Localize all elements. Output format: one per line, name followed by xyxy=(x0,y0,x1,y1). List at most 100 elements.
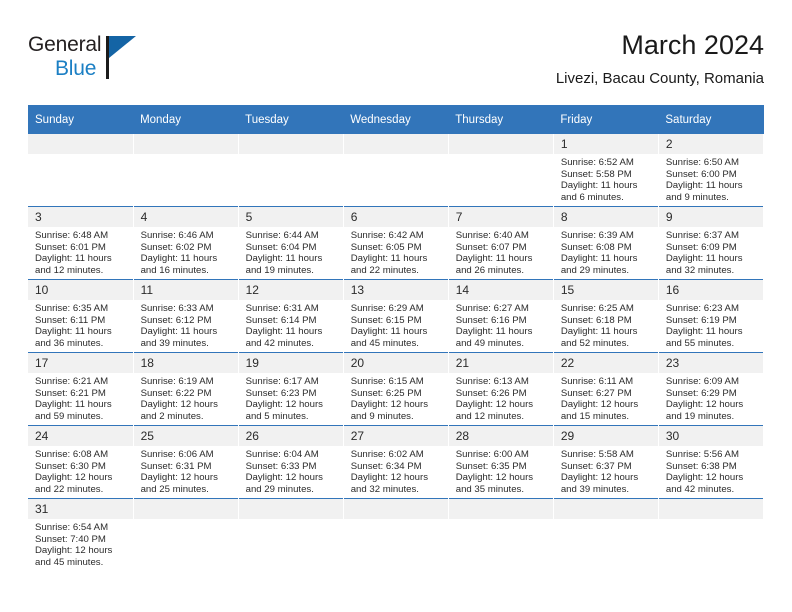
day-sunrise-text: Sunrise: 6:39 AM xyxy=(560,230,634,241)
calendar-day-cell[interactable]: 19 Sunrise: 6:17 AM Sunset: 6:23 PM Dayligh… xyxy=(238,352,344,426)
calendar-day-cell[interactable]: 30 Sunrise: 5:56 AM Sunset: 6:38 PM Dayligh… xyxy=(658,425,765,499)
day-daylight1-text: Daylight: 12 hours xyxy=(350,472,429,484)
day-number: 18 xyxy=(133,353,238,373)
calendar-day-cell[interactable]: 18 Sunrise: 6:19 AM Sunset: 6:22 PM Dayligh… xyxy=(133,352,239,426)
day-sunset-text: Sunset: 6:22 PM xyxy=(140,387,212,399)
day-number: 9 xyxy=(658,207,763,227)
day-sunset-text: Sunset: 6:05 PM xyxy=(350,241,422,253)
day-number: 24 xyxy=(28,426,133,446)
day-sunrise-text: Sunrise: 6:29 AM xyxy=(350,303,424,314)
day-details: Sunrise: 6:48 AM Sunset: 6:01 PM Daylight:… xyxy=(28,227,133,276)
day-details: Sunrise: 6:21 AM Sunset: 6:21 PM Daylight:… xyxy=(28,373,133,422)
calendar-day-cell[interactable]: 8 Sunrise: 6:39 AM Sunset: 6:08 PM Daylight… xyxy=(553,206,659,280)
calendar-day-cell[interactable]: 21 Sunrise: 6:13 AM Sunset: 6:26 PM Dayligh… xyxy=(448,352,554,426)
day-sunset-text: Sunset: 6:23 PM xyxy=(245,387,317,399)
calendar-day-cell[interactable]: 3 Sunrise: 6:48 AM Sunset: 6:01 PM Daylight… xyxy=(28,206,134,280)
calendar-day-cell[interactable]: 5 Sunrise: 6:44 AM Sunset: 6:04 PM Daylight… xyxy=(238,206,344,280)
day-daylight2-text: and 59 minutes. xyxy=(35,410,104,422)
calendar-day-cell[interactable]: 7 Sunrise: 6:40 AM Sunset: 6:07 PM Daylight… xyxy=(448,206,554,280)
calendar-week-row: 1 Sunrise: 6:52 AM Sunset: 5:58 PM Daylight… xyxy=(28,134,765,207)
calendar-day-cell[interactable]: 14 Sunrise: 6:27 AM Sunset: 6:16 PM Dayligh… xyxy=(448,279,554,353)
day-daylight1-text: Daylight: 11 hours xyxy=(455,253,533,265)
day-details: Sunrise: 6:37 AM Sunset: 6:09 PM Daylight:… xyxy=(659,227,763,276)
day-number: 30 xyxy=(658,426,763,446)
calendar-day-cell-empty xyxy=(448,134,554,207)
calendar-day-cell[interactable]: 10 Sunrise: 6:35 AM Sunset: 6:11 PM Dayligh… xyxy=(28,279,134,353)
calendar-day-cell[interactable]: 15 Sunrise: 6:25 AM Sunset: 6:18 PM Dayligh… xyxy=(553,279,659,353)
calendar-day-cell[interactable]: 31 Sunrise: 6:54 AM Sunset: 7:40 PM Dayligh… xyxy=(28,498,134,571)
day-details: Sunrise: 6:19 AM Sunset: 6:22 PM Daylight:… xyxy=(134,373,238,422)
day-details: Sunrise: 5:56 AM Sunset: 6:38 PM Daylight:… xyxy=(659,446,763,495)
calendar-day-cell-empty xyxy=(238,498,344,571)
calendar-day-cell[interactable]: 29 Sunrise: 5:58 AM Sunset: 6:37 PM Dayligh… xyxy=(553,425,659,499)
day-details: Sunrise: 6:35 AM Sunset: 6:11 PM Daylight:… xyxy=(28,300,133,349)
day-number: 25 xyxy=(133,426,238,446)
calendar-day-cell[interactable]: 26 Sunrise: 6:04 AM Sunset: 6:33 PM Dayligh… xyxy=(238,425,344,499)
day-sunrise-text: Sunrise: 6:00 AM xyxy=(455,449,529,460)
day-daylight2-text: and 42 minutes. xyxy=(245,337,314,349)
day-sunrise-text: Sunrise: 6:46 AM xyxy=(140,230,214,241)
day-daylight2-text: and 29 minutes. xyxy=(245,483,314,495)
day-details: Sunrise: 6:50 AM Sunset: 6:00 PM Daylight:… xyxy=(659,154,763,203)
day-details: Sunrise: 6:11 AM Sunset: 6:27 PM Daylight:… xyxy=(554,373,658,422)
day-sunset-text: Sunset: 6:11 PM xyxy=(35,314,106,326)
day-daylight1-text: Daylight: 12 hours xyxy=(665,399,744,411)
day-sunrise-text: Sunrise: 6:50 AM xyxy=(665,157,739,168)
day-details: Sunrise: 6:13 AM Sunset: 6:26 PM Daylight:… xyxy=(449,373,553,422)
calendar-day-cell[interactable]: 1 Sunrise: 6:52 AM Sunset: 5:58 PM Daylight… xyxy=(553,134,659,207)
day-details: Sunrise: 6:25 AM Sunset: 6:18 PM Daylight:… xyxy=(554,300,658,349)
day-number: 31 xyxy=(28,499,133,519)
day-sunrise-text: Sunrise: 6:19 AM xyxy=(140,376,214,387)
calendar-day-cell[interactable]: 11 Sunrise: 6:33 AM Sunset: 6:12 PM Dayligh… xyxy=(133,279,239,353)
day-number: 11 xyxy=(133,280,238,300)
day-details: Sunrise: 6:40 AM Sunset: 6:07 PM Daylight:… xyxy=(449,227,553,276)
day-sunset-text: Sunset: 7:40 PM xyxy=(35,533,106,545)
day-details: Sunrise: 6:02 AM Sunset: 6:34 PM Daylight:… xyxy=(344,446,448,495)
day-daylight1-text: Daylight: 12 hours xyxy=(350,399,429,411)
day-daylight1-text: Daylight: 11 hours xyxy=(245,253,323,265)
day-daylight2-text: and 25 minutes. xyxy=(140,483,209,495)
calendar-day-cell[interactable]: 13 Sunrise: 6:29 AM Sunset: 6:15 PM Dayligh… xyxy=(343,279,449,353)
day-number xyxy=(28,134,133,154)
day-sunset-text: Sunset: 6:31 PM xyxy=(140,460,212,472)
day-daylight1-text: Daylight: 11 hours xyxy=(560,180,638,192)
calendar-day-cell[interactable]: 24 Sunrise: 6:08 AM Sunset: 6:30 PM Dayligh… xyxy=(28,425,134,499)
calendar-day-cell[interactable]: 16 Sunrise: 6:23 AM Sunset: 6:19 PM Dayligh… xyxy=(658,279,765,353)
day-daylight1-text: Daylight: 11 hours xyxy=(560,326,638,338)
calendar-day-cell[interactable]: 20 Sunrise: 6:15 AM Sunset: 6:25 PM Dayligh… xyxy=(343,352,449,426)
day-number: 29 xyxy=(553,426,658,446)
calendar-day-cell[interactable]: 27 Sunrise: 6:02 AM Sunset: 6:34 PM Dayligh… xyxy=(343,425,449,499)
calendar-week-row: 10 Sunrise: 6:35 AM Sunset: 6:11 PM Dayligh… xyxy=(28,279,765,353)
day-daylight2-text: and 12 minutes. xyxy=(35,264,104,276)
day-number: 16 xyxy=(658,280,763,300)
day-sunrise-text: Sunrise: 6:42 AM xyxy=(350,230,424,241)
day-number: 6 xyxy=(343,207,448,227)
calendar-day-cell[interactable]: 22 Sunrise: 6:11 AM Sunset: 6:27 PM Dayligh… xyxy=(553,352,659,426)
calendar-day-cell[interactable]: 2 Sunrise: 6:50 AM Sunset: 6:00 PM Daylight… xyxy=(658,134,765,207)
day-daylight1-text: Daylight: 12 hours xyxy=(245,472,323,484)
day-daylight1-text: Daylight: 12 hours xyxy=(140,399,218,411)
calendar-day-cell[interactable]: 28 Sunrise: 6:00 AM Sunset: 6:35 PM Dayligh… xyxy=(448,425,554,499)
day-daylight1-text: Daylight: 11 hours xyxy=(35,326,112,338)
day-sunrise-text: Sunrise: 6:04 AM xyxy=(245,449,319,460)
calendar-day-cell[interactable]: 9 Sunrise: 6:37 AM Sunset: 6:09 PM Daylight… xyxy=(658,206,765,280)
day-sunrise-text: Sunrise: 6:52 AM xyxy=(560,157,634,168)
calendar-day-cell[interactable]: 25 Sunrise: 6:06 AM Sunset: 6:31 PM Dayligh… xyxy=(133,425,239,499)
day-daylight1-text: Daylight: 12 hours xyxy=(35,545,113,557)
calendar-day-cell[interactable]: 23 Sunrise: 6:09 AM Sunset: 6:29 PM Dayligh… xyxy=(658,352,765,426)
day-number: 22 xyxy=(553,353,658,373)
calendar-day-cell[interactable]: 12 Sunrise: 6:31 AM Sunset: 6:14 PM Dayligh… xyxy=(238,279,344,353)
day-number: 15 xyxy=(553,280,658,300)
day-daylight1-text: Daylight: 12 hours xyxy=(560,472,639,484)
calendar-day-cell[interactable]: 17 Sunrise: 6:21 AM Sunset: 6:21 PM Dayligh… xyxy=(28,352,134,426)
triangle-flag-icon xyxy=(109,36,136,58)
page-subtitle: Livezi, Bacau County, Romania xyxy=(555,70,764,87)
day-sunset-text: Sunset: 6:12 PM xyxy=(140,314,212,326)
day-daylight2-text: and 12 minutes. xyxy=(455,410,525,422)
day-number: 12 xyxy=(238,280,343,300)
calendar-day-cell[interactable]: 4 Sunrise: 6:46 AM Sunset: 6:02 PM Daylight… xyxy=(133,206,239,280)
calendar-day-cell[interactable]: 6 Sunrise: 6:42 AM Sunset: 6:05 PM Daylight… xyxy=(343,206,449,280)
day-daylight1-text: Daylight: 11 hours xyxy=(560,253,638,265)
day-daylight1-text: Daylight: 12 hours xyxy=(245,399,323,411)
day-number xyxy=(343,134,448,154)
